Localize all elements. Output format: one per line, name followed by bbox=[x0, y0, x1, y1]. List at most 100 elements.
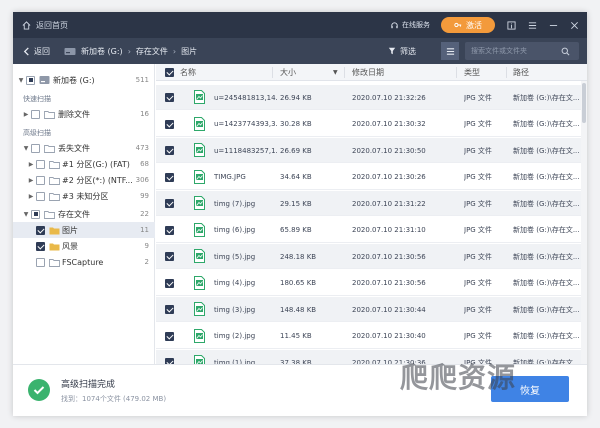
scrollbar-thumb[interactable] bbox=[582, 83, 586, 123]
menu-icon[interactable] bbox=[527, 20, 537, 30]
scan-result-summary: 找到：1074个文件 (479.02 MB) bbox=[61, 395, 167, 403]
cell-modified: 2020.07.10 21:31:10 bbox=[352, 226, 426, 234]
home-link[interactable]: 返回首页 bbox=[22, 20, 68, 31]
close-icon[interactable] bbox=[569, 20, 579, 30]
tree-item-partition-1[interactable]: ▶ #1 分区(G:) (FAT) 68 bbox=[13, 156, 155, 172]
cell-name: u=245481813,14... bbox=[214, 93, 278, 102]
column-divider bbox=[344, 67, 345, 78]
row-checkbox[interactable] bbox=[165, 252, 174, 261]
cell-type: JPG 文件 bbox=[464, 120, 492, 128]
tree-label-partition-2: #2 分区(*:) (NTF... bbox=[62, 175, 133, 185]
table-row[interactable]: u=1423774393,3... 30.28 KB 2020.07.10 21:3… bbox=[156, 112, 587, 137]
key-icon bbox=[454, 22, 462, 28]
checkbox[interactable] bbox=[36, 191, 45, 201]
table-row[interactable]: timg (1).jpg 37.38 KB 2020.07.10 21:30:36 J… bbox=[156, 350, 587, 364]
tree-item-root[interactable]: ▼ 新加卷 (G:) 511 bbox=[13, 72, 155, 88]
row-checkbox[interactable] bbox=[165, 146, 174, 155]
table-row[interactable]: timg (3).jpg 148.48 KB 2020.07.10 21:30:44… bbox=[156, 297, 587, 322]
row-checkbox[interactable] bbox=[165, 278, 174, 288]
filter-button[interactable]: 筛选 bbox=[388, 43, 436, 59]
column-header-type[interactable]: 类型 bbox=[464, 64, 480, 81]
row-checkbox[interactable] bbox=[165, 305, 174, 314]
cell-name: u=1423774393,3... bbox=[214, 120, 278, 128]
table-row[interactable]: TIMG.JPG 34.64 KB 2020.07.10 21:30:26 JPG 文… bbox=[156, 165, 587, 190]
row-checkbox[interactable] bbox=[165, 199, 174, 208]
info-icon[interactable] bbox=[506, 20, 516, 30]
file-list: 名称 大小 ▼ 修改日期 类型 路径 u=245481813,14... 26.9… bbox=[156, 64, 587, 364]
tree-item-pictures[interactable]: 图片 11 bbox=[13, 222, 155, 238]
cell-path: 新加卷 (G:)\存在文... bbox=[513, 226, 579, 234]
checkbox[interactable] bbox=[36, 257, 45, 267]
search-input[interactable] bbox=[465, 47, 561, 55]
file-list-header: 名称 大小 ▼ 修改日期 类型 路径 bbox=[156, 64, 587, 81]
checkbox[interactable] bbox=[31, 143, 40, 153]
expand-arrow-icon[interactable]: ▶ bbox=[27, 177, 35, 184]
cell-name: timg (1).jpg bbox=[214, 358, 256, 365]
select-all-checkbox[interactable] bbox=[165, 68, 174, 77]
folder-icon bbox=[49, 243, 60, 251]
cell-modified: 2020.07.10 21:30:56 bbox=[352, 279, 426, 287]
breadcrumb-item-existing[interactable]: 存在文件 bbox=[136, 46, 168, 57]
column-header-size[interactable]: 大小 bbox=[280, 64, 296, 81]
breadcrumb-item-pictures[interactable]: 图片 bbox=[181, 46, 197, 57]
tree-label-existing: 存在文件 bbox=[58, 209, 90, 219]
table-row[interactable]: u=1118483257,1... 26.69 KB 2020.07.10 21:3… bbox=[156, 138, 587, 163]
back-button[interactable]: 返回 bbox=[23, 46, 50, 57]
checkbox[interactable] bbox=[36, 225, 45, 235]
tree-item-lost[interactable]: ▼ 丢失文件 473 bbox=[13, 140, 155, 156]
table-row[interactable]: u=245481813,14... 26.94 KB 2020.07.10 21:3… bbox=[156, 85, 587, 110]
table-row[interactable]: timg (2).jpg 11.45 KB 2020.07.10 21:30:40 J… bbox=[156, 324, 587, 349]
checkbox[interactable] bbox=[31, 109, 40, 119]
checkbox[interactable] bbox=[36, 159, 45, 169]
row-checkbox[interactable] bbox=[165, 172, 174, 182]
breadcrumb-item-drive[interactable]: 新加卷 (G:) bbox=[81, 46, 123, 57]
activate-button[interactable]: 激活 bbox=[441, 17, 495, 33]
row-checkbox[interactable] bbox=[165, 225, 174, 235]
row-checkbox[interactable] bbox=[165, 331, 174, 341]
row-checkbox[interactable] bbox=[165, 93, 174, 102]
scrollbar[interactable] bbox=[581, 81, 587, 364]
table-row[interactable]: timg (4).jpg 180.65 KB 2020.07.10 21:30:56… bbox=[156, 271, 587, 296]
checkbox[interactable] bbox=[26, 75, 35, 85]
expand-arrow-icon[interactable]: ▶ bbox=[22, 111, 30, 118]
checkbox[interactable] bbox=[31, 209, 40, 219]
jpg-file-icon bbox=[194, 222, 205, 237]
expand-arrow-icon[interactable]: ▼ bbox=[17, 77, 25, 84]
table-row[interactable]: timg (5).jpg 248.18 KB 2020.07.10 21:30:56… bbox=[156, 244, 587, 269]
tree-item-partition-2[interactable]: ▶ #2 分区(*:) (NTF... 306 bbox=[13, 172, 155, 188]
column-header-name[interactable]: 名称 bbox=[180, 64, 196, 81]
sidebar-tree: ▼ 新加卷 (G:) 511 快速扫描 ▶ 删除文件 16 高级扫描 ▼ 丢失文… bbox=[13, 64, 155, 364]
tree-item-scenery[interactable]: 风景 9 bbox=[13, 238, 155, 254]
jpg-file-icon bbox=[194, 143, 205, 157]
tree-item-partition-3[interactable]: ▶ #3 未知分区 99 bbox=[13, 188, 155, 204]
minimize-icon[interactable] bbox=[548, 20, 558, 30]
cell-size: 148.48 KB bbox=[280, 305, 317, 314]
expand-arrow-icon[interactable]: ▼ bbox=[22, 145, 30, 152]
tree-item-deleted[interactable]: ▶ 删除文件 16 bbox=[13, 106, 155, 122]
cell-type: JPG 文件 bbox=[464, 173, 492, 181]
checkbox[interactable] bbox=[36, 175, 45, 185]
service-label: 在线服务 bbox=[402, 21, 430, 29]
cell-modified: 2020.07.10 21:31:22 bbox=[352, 199, 426, 208]
cell-size: 11.45 KB bbox=[280, 332, 312, 340]
advanced-scan-label: 高级扫描 bbox=[23, 129, 51, 137]
tree-item-existing[interactable]: ▼ 存在文件 22 bbox=[13, 206, 155, 222]
sort-down-icon[interactable]: ▼ bbox=[333, 64, 338, 81]
list-view-icon bbox=[446, 47, 454, 55]
table-row[interactable]: timg (6).jpg 65.89 KB 2020.07.10 21:31:10 J… bbox=[156, 218, 587, 243]
row-checkbox[interactable] bbox=[165, 119, 174, 129]
cell-path: 新加卷 (G:)\存在文... bbox=[513, 173, 579, 181]
view-toggle-button[interactable] bbox=[441, 42, 459, 60]
tree-item-fscapture[interactable]: FSCapture 2 bbox=[13, 254, 155, 270]
expand-arrow-icon[interactable]: ▶ bbox=[27, 193, 35, 200]
table-row[interactable]: timg (7).jpg 29.15 KB 2020.07.10 21:31:22 J… bbox=[156, 191, 587, 216]
column-header-modified[interactable]: 修改日期 bbox=[352, 64, 384, 81]
column-header-path[interactable]: 路径 bbox=[513, 64, 529, 81]
expand-arrow-icon[interactable]: ▶ bbox=[27, 161, 35, 168]
online-service-button[interactable]: 在线服务 bbox=[390, 20, 430, 30]
tree-count-partition-2: 306 bbox=[135, 176, 149, 184]
checkbox[interactable] bbox=[36, 241, 45, 251]
tree-label-root: 新加卷 (G:) bbox=[53, 75, 95, 85]
expand-arrow-icon[interactable]: ▼ bbox=[22, 211, 30, 218]
search-icon[interactable] bbox=[561, 47, 570, 56]
